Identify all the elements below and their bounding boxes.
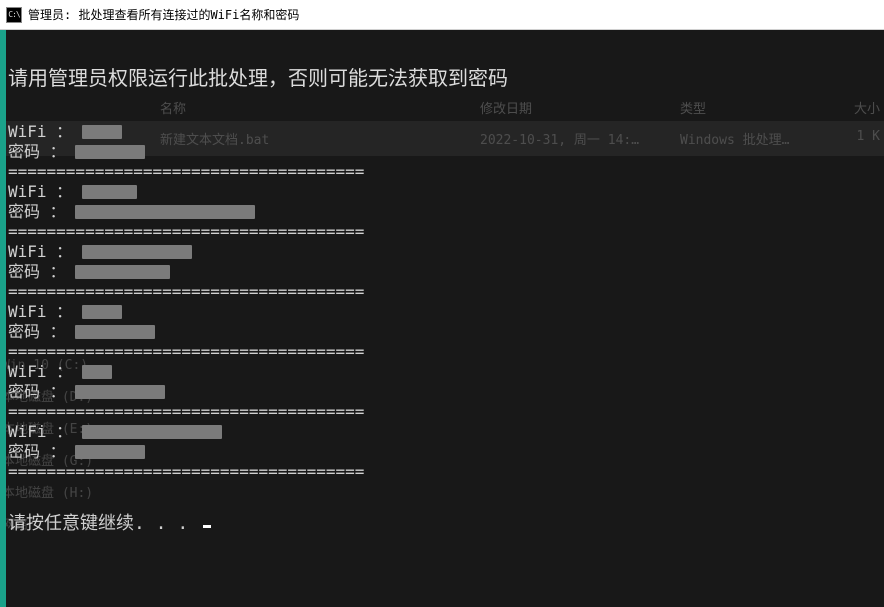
wifi-entry: WiFi ： 密码 ： ============================…: [8, 302, 884, 362]
separator-line: =====================================: [8, 402, 884, 422]
wifi-password-line: 密码 ：: [8, 442, 884, 462]
separator-line: =====================================: [8, 162, 884, 182]
wifi-password-line: 密码 ：: [8, 142, 884, 162]
wifi-ssid-line: WiFi ：: [8, 362, 884, 382]
separator-line: =====================================: [8, 222, 884, 242]
redacted-password: [75, 145, 145, 159]
wifi-entry: WiFi ： 密码 ： ============================…: [8, 242, 884, 302]
wifi-ssid-line: WiFi ：: [8, 182, 884, 202]
wifi-entry: WiFi ： 密码 ： ============================…: [8, 122, 884, 182]
redacted-password: [75, 445, 145, 459]
wifi-entry: WiFi ： 密码 ： ============================…: [8, 422, 884, 482]
separator-line: =====================================: [8, 282, 884, 302]
redacted-ssid: [82, 425, 222, 439]
redacted-password: [75, 205, 255, 219]
wifi-password-line: 密码 ：: [8, 262, 884, 282]
redacted-password: [75, 385, 165, 399]
separator-line: =====================================: [8, 462, 884, 482]
window-title: 管理员: 批处理查看所有连接过的WiFi名称和密码: [28, 6, 299, 23]
wifi-ssid-line: WiFi ：: [8, 122, 884, 142]
separator-line: =====================================: [8, 342, 884, 362]
redacted-password: [75, 325, 155, 339]
wifi-entry: WiFi ： 密码 ： ============================…: [8, 182, 884, 242]
wifi-password-line: 密码 ：: [8, 322, 884, 342]
wifi-password-line: 密码 ：: [8, 382, 884, 402]
title-bar[interactable]: C:\ 管理员: 批处理查看所有连接过的WiFi名称和密码: [0, 0, 884, 30]
wifi-ssid-line: WiFi ：: [8, 422, 884, 442]
wifi-entry: WiFi ： 密码 ： ============================…: [8, 362, 884, 422]
cursor: [203, 525, 211, 528]
wifi-password-line: 密码 ：: [8, 202, 884, 222]
redacted-password: [75, 265, 170, 279]
redacted-ssid: [82, 365, 112, 379]
redacted-ssid: [82, 305, 122, 319]
press-any-key-prompt: 请按任意键继续. . .: [8, 514, 884, 534]
redacted-ssid: [82, 185, 137, 199]
console-output[interactable]: 请用管理员权限运行此批处理，否则可能无法获取到密码 WiFi ： 密码 ： ==…: [0, 30, 884, 607]
cmd-window: C:\ 管理员: 批处理查看所有连接过的WiFi名称和密码 请用管理员权限运行此…: [0, 0, 884, 607]
cmd-icon: C:\: [6, 7, 22, 23]
wifi-ssid-line: WiFi ：: [8, 302, 884, 322]
wifi-ssid-line: WiFi ：: [8, 242, 884, 262]
redacted-ssid: [82, 245, 192, 259]
wifi-entries: WiFi ： 密码 ： ============================…: [8, 122, 884, 482]
redacted-ssid: [82, 125, 122, 139]
banner-text: 请用管理员权限运行此批处理，否则可能无法获取到密码: [8, 68, 884, 88]
